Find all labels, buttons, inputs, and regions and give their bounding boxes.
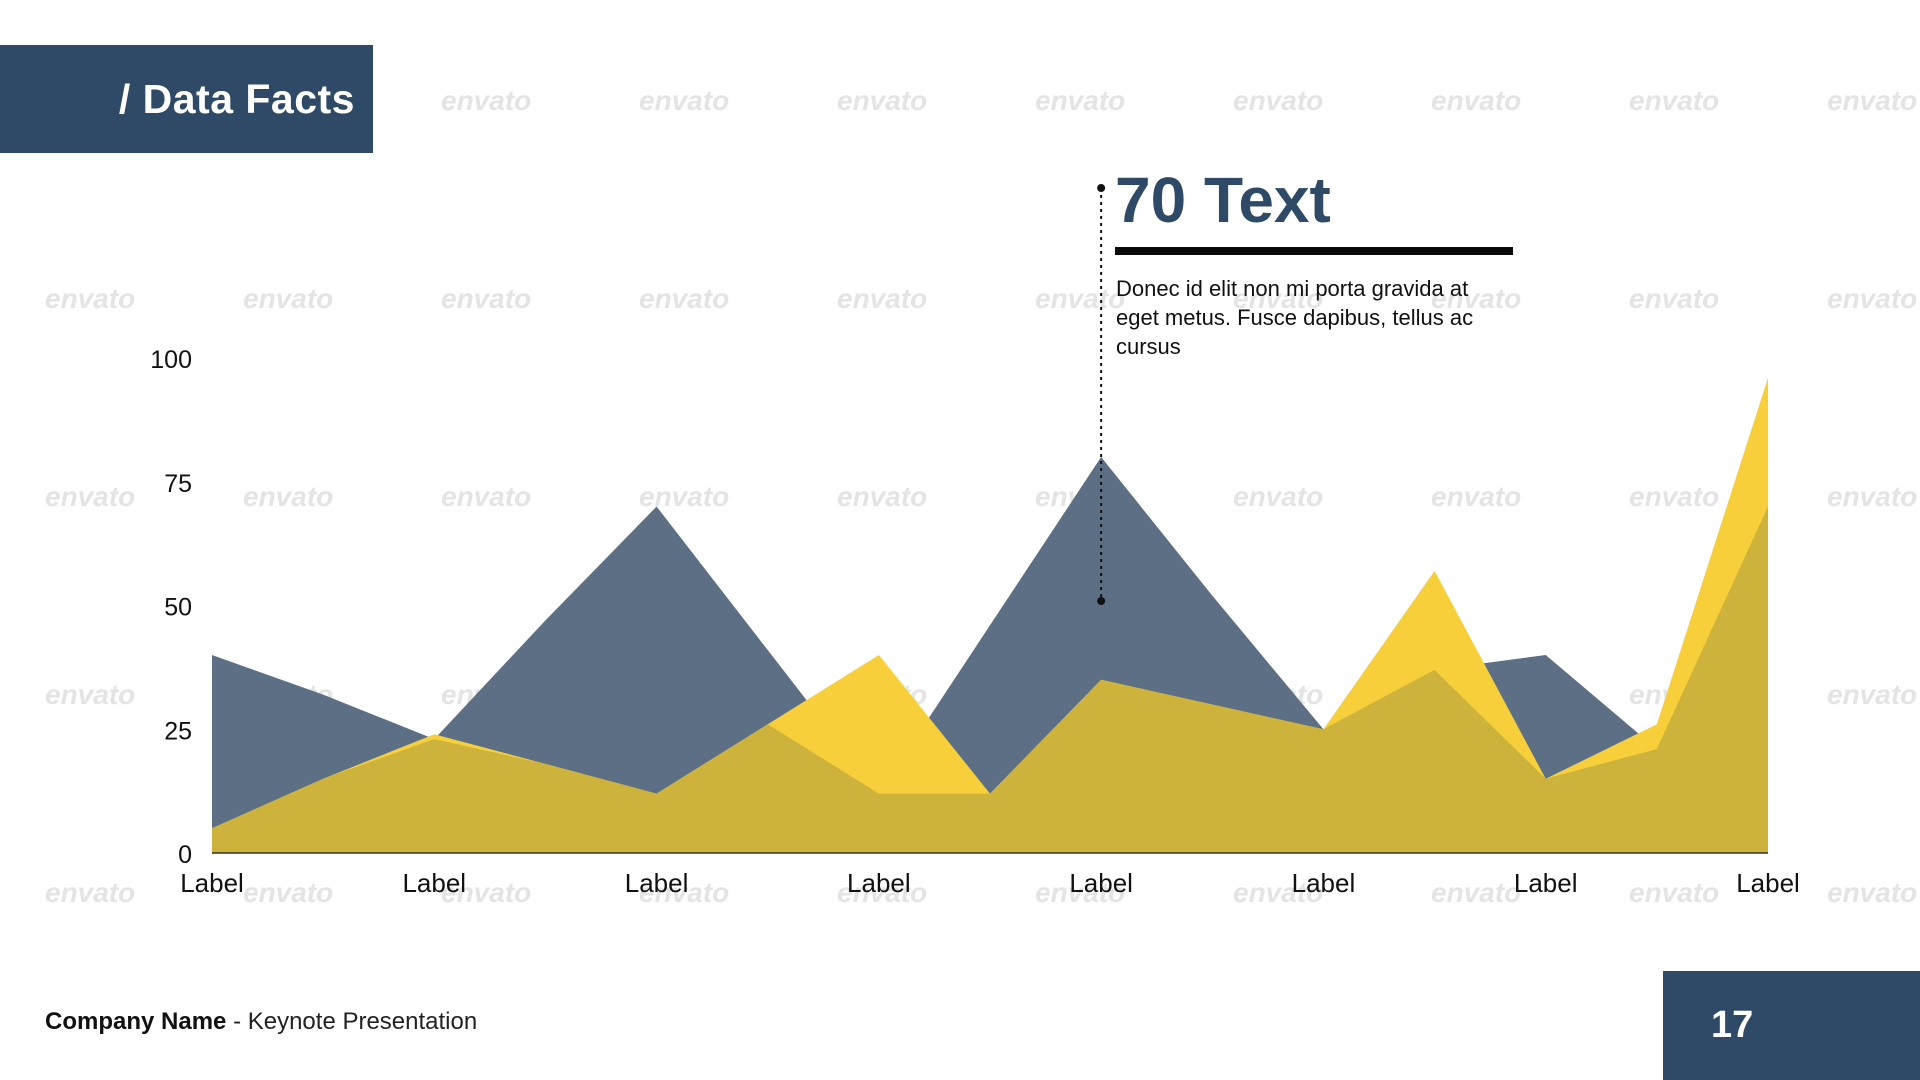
watermark-text: envato <box>837 85 927 116</box>
watermark-text: envato <box>1827 877 1917 908</box>
x-tick-label: Label <box>1069 868 1133 898</box>
y-tick-label: 50 <box>164 594 192 622</box>
callout-underline <box>1115 247 1513 255</box>
watermark-text: envato <box>441 85 531 116</box>
watermark-text: envato <box>837 283 927 314</box>
watermark-text: envato <box>441 481 531 512</box>
watermark-text: envato <box>45 877 135 908</box>
slide: envato envato envato envato envato envato enva… <box>0 0 1920 1080</box>
watermark-text: envato <box>441 283 531 314</box>
watermark-text: envato <box>1827 85 1917 116</box>
watermark-text: envato <box>1035 85 1125 116</box>
watermark-text: envato <box>45 283 135 314</box>
watermark-text: envato <box>1431 877 1521 908</box>
footer-subtitle: - Keynote Presentation <box>233 1008 478 1035</box>
y-tick-label: 25 <box>164 717 192 745</box>
watermark-text: envato <box>1827 481 1917 512</box>
watermark-text: envato <box>1629 85 1719 116</box>
watermark-text: envato <box>243 877 333 908</box>
y-tick-label: 75 <box>164 470 192 498</box>
callout-dot-top <box>1097 184 1106 192</box>
x-tick-label: Label <box>1514 868 1578 898</box>
y-tick-label: 100 <box>150 346 192 374</box>
page-number: 17 <box>1711 1004 1754 1046</box>
x-tick-label: Label <box>402 868 466 898</box>
x-tick-label: Label <box>1736 868 1800 898</box>
callout-body: Donec id elit non mi porta gravida at eg… <box>1116 276 1474 359</box>
watermark-text: envato <box>1827 283 1917 314</box>
watermark-text: envato <box>639 85 729 116</box>
x-tick-label: Label <box>1292 868 1356 898</box>
watermark-text: envato <box>45 481 135 512</box>
title-banner: / Data Facts <box>0 45 373 153</box>
page-title: / Data Facts <box>118 75 355 122</box>
callout-dot-bottom <box>1097 597 1106 605</box>
watermark-text: envato <box>243 283 333 314</box>
chart: envato envato envato envato envato envato enva… <box>45 85 1917 908</box>
watermark-text: envato <box>1431 85 1521 116</box>
callout-title: 70 Text <box>1115 164 1331 236</box>
footer-caption: Company Name - Keynote Presentation <box>45 1008 477 1036</box>
series-layer <box>212 377 1768 853</box>
watermark-text: envato <box>1035 283 1125 314</box>
watermark-text: envato <box>1629 283 1719 314</box>
y-tick-label: 0 <box>178 841 192 869</box>
watermark-text: envato <box>45 679 135 710</box>
watermark-text: envato <box>1431 481 1521 512</box>
watermark-text: envato <box>1629 877 1719 908</box>
watermark-text: envato <box>1233 85 1323 116</box>
x-tick-label: Label <box>625 868 689 898</box>
watermark-text: envato <box>639 481 729 512</box>
watermark-text: envato <box>1233 481 1323 512</box>
watermark-text: envato <box>639 283 729 314</box>
watermark-text: envato <box>837 481 927 512</box>
y-axis-ticks: 0 25 50 75 100 <box>150 346 192 869</box>
watermark-text: envato <box>1629 481 1719 512</box>
watermark-text: envato <box>243 481 333 512</box>
watermark-text: envato <box>1827 679 1917 710</box>
x-tick-label: Label <box>847 868 911 898</box>
page-number-box: 17 <box>1663 971 1920 1080</box>
x-tick-label: Label <box>180 868 244 898</box>
x-axis-ticks: Label Label Label Label Label Label Label Label <box>180 868 1800 898</box>
footer-company: Company Name <box>45 1008 227 1035</box>
